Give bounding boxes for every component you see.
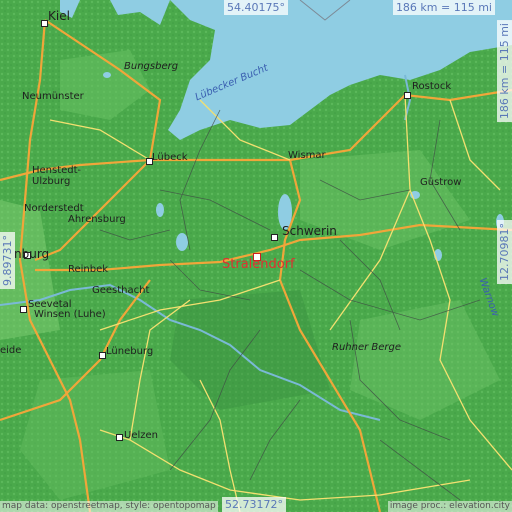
lake [156, 203, 164, 217]
longitude-left: 9.89731° [0, 232, 15, 289]
place-henstedt: Henstedt- [32, 165, 82, 176]
place-luneburg: Lüneburg [106, 346, 154, 357]
lake [103, 72, 111, 78]
scale-label-right: 186 km = 115 mi [497, 20, 512, 123]
lake [176, 233, 188, 251]
place-bungsberg: Bungsberg [124, 61, 179, 72]
place-reinbek: Reinbek [68, 264, 109, 275]
place-geesthacht: Geesthacht [92, 285, 150, 296]
place-gustrow: Güstrow [420, 177, 462, 188]
place-ahrensburg: Ahrensburg [68, 214, 126, 225]
city-marker-luneburg [99, 352, 106, 359]
place-winsen: Winsen (Luhe) [34, 309, 106, 320]
city-marker-uelzen [116, 434, 123, 441]
place-neumunster: Neumünster [22, 91, 84, 102]
attribution-data: map data: openstreetmap, style: opentopo… [0, 501, 218, 512]
place-lubeck: Lübeck [152, 152, 188, 163]
place-wismar: Wismar [288, 150, 326, 161]
city-marker-seevetal [20, 306, 27, 313]
longitude-right: 12.70981° [497, 220, 512, 284]
latitude-bottom: 52.73172° [222, 497, 286, 512]
place-ulzburg: Ulzburg [32, 176, 71, 187]
place-norderstedt: Norderstedt [24, 203, 84, 214]
map-canvas[interactable]: 186 km = 115 mi 186 km = 115 mi 54.40175… [0, 0, 512, 512]
latitude-top: 54.40175° [224, 0, 288, 15]
place-hamburg: nburg [14, 247, 50, 261]
target-label-stralendorf[interactable]: Stralendorf [222, 258, 295, 271]
scale-label-top: 186 km = 115 mi [392, 0, 495, 15]
place-ruhner-berge: Ruhner Berge [332, 342, 402, 353]
city-marker-rostock [404, 92, 411, 99]
city-marker-kiel [41, 20, 48, 27]
place-schwerin: Schwerin [282, 224, 337, 238]
city-marker-schwerin [271, 234, 278, 241]
place-kiel: Kiel [48, 9, 70, 23]
place-uelzen: Uelzen [124, 430, 158, 441]
attribution-processing: image proc.: elevation.city [387, 501, 512, 512]
place-heide: eide [0, 345, 22, 356]
place-rostock: Rostock [412, 81, 452, 92]
